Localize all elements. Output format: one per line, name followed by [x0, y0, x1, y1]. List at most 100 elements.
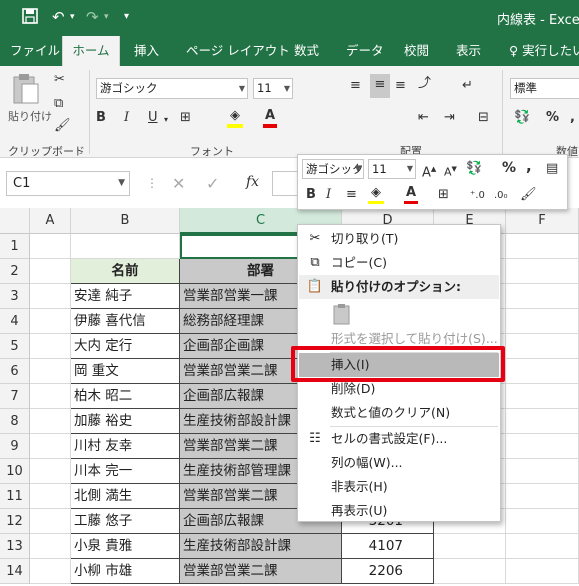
cell-empty[interactable]: [506, 409, 579, 434]
cell-empty[interactable]: [30, 359, 71, 384]
borders-icon[interactable]: ⊞: [180, 110, 191, 126]
name-box[interactable]: C1 ▼: [6, 171, 130, 196]
cell-name[interactable]: 名前: [71, 259, 180, 284]
redo-dropdown-icon[interactable]: ▾: [104, 8, 109, 26]
font-color-icon[interactable]: A: [263, 108, 277, 128]
mini-percent-button[interactable]: %: [502, 160, 516, 176]
mini-borders-icon[interactable]: ⊞: [438, 187, 449, 203]
align-top-icon[interactable]: ≡: [350, 78, 361, 94]
cell-name[interactable]: 川本 完一: [71, 459, 180, 484]
font-name-combo[interactable]: 游ゴシック ▼: [96, 78, 248, 99]
cell-name[interactable]: 川村 友幸: [71, 434, 180, 459]
bold-button[interactable]: B: [96, 110, 106, 126]
row-header[interactable]: 1: [0, 234, 30, 259]
menu-item-hide[interactable]: 非表示(H): [299, 475, 499, 499]
row-header[interactable]: 8: [0, 409, 30, 434]
copy-icon[interactable]: ⧉: [54, 96, 63, 112]
cell-name[interactable]: 加藤 裕史: [71, 409, 180, 434]
tab-formulas[interactable]: 数式: [290, 36, 323, 66]
cell-empty[interactable]: [30, 509, 71, 534]
cell-empty[interactable]: [434, 559, 506, 584]
row-header[interactable]: 11: [0, 484, 30, 509]
increase-font-size-icon[interactable]: A▲: [422, 161, 436, 181]
column-header-a[interactable]: A: [30, 208, 71, 234]
redo-icon[interactable]: ↷: [86, 8, 99, 26]
tell-me-box[interactable]: ♀ 実行したい: [505, 36, 579, 66]
cell-empty[interactable]: [506, 534, 579, 559]
cell-empty[interactable]: [506, 484, 579, 509]
menu-item-clear-contents[interactable]: 数式と値のクリア(N): [299, 401, 499, 425]
cell-name[interactable]: 伊藤 喜代信: [71, 309, 180, 334]
paste-option-icon[interactable]: [332, 303, 354, 327]
row-header[interactable]: 9: [0, 434, 30, 459]
increase-decimal-icon[interactable]: ⁺.0: [470, 188, 485, 204]
tab-view[interactable]: 表示: [452, 36, 485, 66]
mini-format-painter-icon[interactable]: 🖌: [520, 187, 537, 203]
cell-name[interactable]: 柏木 昭二: [71, 384, 180, 409]
cell-name[interactable]: 小柳 市雄: [71, 559, 180, 584]
cell-empty[interactable]: [506, 459, 579, 484]
cell-ext[interactable]: 2206: [342, 559, 434, 584]
tab-review[interactable]: 校閲: [400, 36, 433, 66]
cell-empty[interactable]: [434, 534, 506, 559]
cell-empty[interactable]: [30, 459, 71, 484]
cell-dept[interactable]: 生産技術部設計課: [180, 534, 342, 559]
accounting-format-icon[interactable]: 💱: [466, 161, 482, 177]
insert-function-button[interactable]: fx: [246, 174, 259, 190]
cell-empty[interactable]: [506, 384, 579, 409]
cell-empty[interactable]: [30, 284, 71, 309]
mini-italic-button[interactable]: I: [326, 187, 331, 203]
tab-insert[interactable]: 挿入: [130, 36, 163, 66]
paste-button-label[interactable]: 貼り付け: [8, 108, 52, 124]
row-header[interactable]: 2: [0, 259, 30, 284]
mini-font-color-icon[interactable]: A: [404, 185, 418, 204]
mini-font-size-combo[interactable]: 11 ▼: [368, 159, 416, 179]
mini-center-icon[interactable]: ≡: [346, 187, 357, 203]
underline-button[interactable]: U: [148, 110, 158, 126]
select-all-corner[interactable]: [0, 208, 30, 234]
row-header[interactable]: 13: [0, 534, 30, 559]
cell-empty[interactable]: [506, 359, 579, 384]
menu-item-cut[interactable]: ✂ 切り取り(T): [299, 227, 499, 251]
number-format-combo[interactable]: 標準: [510, 78, 579, 99]
italic-button[interactable]: I: [124, 110, 129, 126]
menu-item-column-width[interactable]: 列の幅(W)...: [299, 451, 499, 475]
cell-empty[interactable]: [30, 559, 71, 584]
orientation-icon[interactable]: ⤴: [418, 76, 431, 92]
cell-ext[interactable]: 4107: [342, 534, 434, 559]
row-header[interactable]: 4: [0, 309, 30, 334]
cell-name[interactable]: 工藤 悠子: [71, 509, 180, 534]
mini-font-name-combo[interactable]: 游ゴシック ▼: [302, 159, 364, 179]
format-table-icon[interactable]: ▤: [546, 161, 558, 177]
decrease-indent-icon[interactable]: ⇤: [418, 110, 429, 126]
cell-empty[interactable]: [30, 309, 71, 334]
cell-name[interactable]: 安達 純子: [71, 284, 180, 309]
row-header[interactable]: 10: [0, 459, 30, 484]
chevron-down-icon[interactable]: ▾: [164, 112, 168, 128]
mini-bold-button[interactable]: B: [306, 187, 316, 203]
cell-empty[interactable]: [506, 309, 579, 334]
undo-dropdown-icon[interactable]: ▾: [70, 8, 75, 26]
row-header[interactable]: 7: [0, 384, 30, 409]
cut-icon[interactable]: ✂: [54, 72, 65, 88]
cell-name[interactable]: 岡 重文: [71, 359, 180, 384]
cell-empty[interactable]: [30, 409, 71, 434]
cell-name[interactable]: 大内 定行: [71, 334, 180, 359]
decrease-decimal-icon[interactable]: .0₀: [494, 188, 508, 204]
row-header[interactable]: 6: [0, 359, 30, 384]
merge-center-icon[interactable]: ⊟: [478, 110, 489, 126]
row-header[interactable]: 5: [0, 334, 30, 359]
menu-item-unhide[interactable]: 再表示(U): [299, 499, 499, 523]
fill-color-icon[interactable]: ◈: [227, 108, 243, 128]
cell-empty[interactable]: [506, 509, 579, 534]
cancel-icon[interactable]: ✕: [172, 174, 185, 193]
row-header[interactable]: 14: [0, 559, 30, 584]
save-icon[interactable]: [22, 8, 38, 28]
align-middle-icon[interactable]: ≡: [370, 74, 390, 98]
column-header-f[interactable]: F: [506, 208, 579, 234]
cell-empty[interactable]: [30, 484, 71, 509]
font-size-combo[interactable]: 11 ▼: [253, 78, 293, 99]
align-bottom-icon[interactable]: ≡: [395, 78, 406, 94]
enter-icon[interactable]: ✓: [206, 174, 219, 193]
cell-name[interactable]: 北側 満生: [71, 484, 180, 509]
